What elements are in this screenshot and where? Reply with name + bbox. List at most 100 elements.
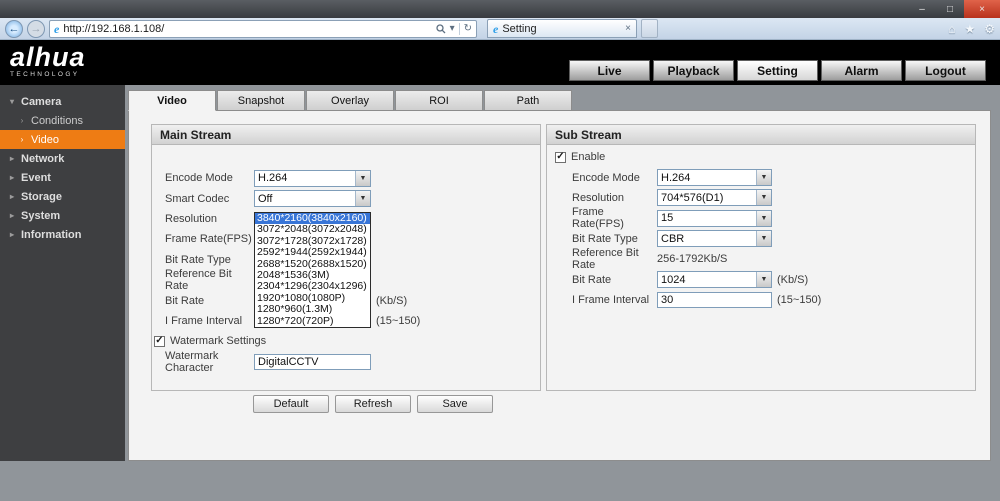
sidebar-item-label: Network [21, 152, 65, 165]
reference-bit-rate-value: 256-1792Kb/S [657, 253, 728, 266]
tab-snapshot[interactable]: Snapshot [217, 90, 305, 111]
watermark-character-row: Watermark Character [152, 350, 540, 374]
resolution-option[interactable]: 2048*1536(3M) [255, 270, 370, 281]
nav-button-playback[interactable]: Playback [653, 60, 734, 81]
address-bar-divider [458, 22, 460, 35]
expand-closed-icon: ▸ [9, 173, 14, 182]
address-bar[interactable]: e http://192.168.1.108/ ▾ ↻ [49, 19, 477, 38]
back-button[interactable]: ← [5, 19, 23, 38]
window-titlebar: – □ × [0, 0, 1000, 18]
sub-i-frame-interval-input[interactable] [657, 291, 772, 308]
bit-rate-unit: (Kb/S) [777, 273, 809, 286]
refresh-button[interactable]: Refresh [335, 395, 411, 413]
bit-rate-type-label: Bit Rate Type [165, 253, 231, 266]
browser-tab-setting[interactable]: e Setting × [487, 19, 637, 38]
resolution-option[interactable]: 3840*2160(3840x2160) [255, 213, 370, 225]
frame-rate-label: Frame Rate(FPS) [572, 206, 624, 231]
expand-closed-icon: ▸ [9, 154, 14, 163]
content-tabs: Video Snapshot Overlay ROI Path [128, 90, 573, 111]
resolution-option[interactable]: 2688*1520(2688x1520) [255, 259, 370, 270]
main-stream-header: Main Stream [152, 125, 540, 145]
sub-bit-rate-type-select[interactable]: CBR ▼ [657, 230, 772, 248]
resolution-option[interactable]: 2592*1944(2592x1944) [255, 247, 370, 258]
back-icon: ← [8, 22, 20, 35]
sub-stream-header: Sub Stream [547, 125, 975, 145]
smart-codec-select[interactable]: Off ▼ [254, 190, 371, 208]
main-stream-group: Main Stream Encode Mode H.264 ▼ Smart Co… [151, 124, 541, 391]
tab-roi[interactable]: ROI [395, 90, 483, 111]
watermark-settings-checkbox[interactable]: ✓ [154, 335, 165, 347]
sub-bit-rate-select[interactable]: 1024 ▼ [657, 271, 772, 289]
nav-button-live[interactable]: Live [569, 60, 650, 81]
dahua-logo: alhua TECHNOLOGY [10, 43, 86, 79]
reference-bit-rate-label: Reference Bit Rate [572, 247, 639, 272]
resolution-option[interactable]: 1280*720(720P) [255, 316, 370, 327]
url-text[interactable]: http://192.168.1.108/ [63, 23, 431, 35]
sidebar-item-camera[interactable]: ▾ Camera [0, 92, 125, 111]
resolution-option[interactable]: 3072*2048(3072x2048) [255, 224, 370, 235]
sidebar-item-video[interactable]: › Video [0, 130, 125, 149]
watermark-settings-label: Watermark Settings [170, 335, 267, 348]
sidebar-item-information[interactable]: ▸ Information [0, 225, 125, 244]
tab-close-icon[interactable]: × [625, 23, 631, 34]
enable-checkbox[interactable]: ✓ [555, 151, 566, 163]
bit-rate-label: Bit Rate [165, 294, 205, 307]
resolution-label: Resolution [572, 191, 624, 204]
window-close-button[interactable]: × [964, 0, 1000, 18]
tab-video[interactable]: Video [128, 90, 216, 111]
favorites-icon[interactable]: ★ [964, 22, 975, 36]
browser-window: – □ × ← → e http://192.168.1.108/ ▾ ↻ e … [0, 0, 1000, 501]
i-frame-interval-range: (15~150) [777, 293, 822, 306]
sub-stream-group: Sub Stream ✓ Enable Encode Mode H.264 ▼ … [546, 124, 976, 391]
nav-button-alarm[interactable]: Alarm [821, 60, 902, 81]
sub-resolution-select[interactable]: 704*576(D1) ▼ [657, 189, 772, 207]
tab-overlay[interactable]: Overlay [306, 90, 394, 111]
resolution-option[interactable]: 1920*1080(1080P) [255, 293, 370, 304]
new-tab-button[interactable] [641, 19, 658, 38]
encode-mode-label: Encode Mode [165, 172, 233, 185]
sidebar-item-system[interactable]: ▸ System [0, 206, 125, 225]
resolution-option[interactable]: 2304*1296(2304x1296) [255, 281, 370, 292]
bit-rate-unit: (Kb/S) [376, 294, 408, 307]
search-icon[interactable] [435, 23, 446, 34]
maximize-icon: □ [946, 3, 954, 15]
video-settings-panel: Main Stream Encode Mode H.264 ▼ Smart Co… [128, 110, 991, 461]
watermark-character-input[interactable] [254, 353, 371, 370]
window-maximize-button[interactable]: □ [936, 0, 964, 18]
sidebar-item-event[interactable]: ▸ Event [0, 168, 125, 187]
resolution-dropdown-list: 3840*2160(3840x2160) 3072*2048(3072x2048… [254, 212, 371, 328]
sidebar-item-conditions[interactable]: › Conditions [0, 111, 125, 130]
sidebar-item-storage[interactable]: ▸ Storage [0, 187, 125, 206]
encode-mode-select[interactable]: H.264 ▼ [254, 169, 371, 187]
settings-sidebar: ▾ Camera › Conditions › Video ▸ Network … [0, 85, 125, 461]
sidebar-item-network[interactable]: ▸ Network [0, 149, 125, 168]
autocomplete-dropdown-icon[interactable]: ▾ [450, 23, 455, 34]
resolution-option[interactable]: 1280*960(1.3M) [255, 304, 370, 315]
home-icon[interactable]: ⌂ [948, 22, 955, 36]
ie-page-icon: e [54, 21, 60, 36]
chevron-down-icon: ▼ [756, 272, 771, 288]
tab-path[interactable]: Path [484, 90, 572, 111]
resolution-label: Resolution [165, 212, 217, 225]
encode-mode-row: Encode Mode H.264 ▼ [152, 168, 540, 188]
default-button[interactable]: Default [253, 395, 329, 413]
resolution-option[interactable]: 3072*1728(3072x1728) [255, 236, 370, 247]
reference-bit-rate-label: Reference Bit Rate [165, 268, 232, 293]
save-button[interactable]: Save [417, 395, 493, 413]
sub-frame-rate-select[interactable]: 15 ▼ [657, 209, 772, 227]
nav-button-setting[interactable]: Setting [737, 60, 818, 81]
window-minimize-button[interactable]: – [908, 0, 936, 18]
resolution-row: Resolution 704*576(D1) ▼ [547, 188, 975, 208]
expand-closed-icon: ▸ [9, 230, 14, 239]
nav-button-logout[interactable]: Logout [905, 60, 986, 81]
browser-toolbar-icons: ⌂ ★ ⚙ [948, 22, 995, 36]
i-frame-interval-range: (15~150) [376, 314, 421, 327]
sidebar-item-label: Event [21, 171, 51, 184]
forward-button[interactable]: → [27, 19, 45, 38]
refresh-icon[interactable]: ↻ [464, 23, 472, 34]
forward-icon: → [30, 22, 42, 35]
encode-mode-label: Encode Mode [572, 171, 640, 184]
tools-icon[interactable]: ⚙ [984, 22, 995, 36]
sidebar-item-label: Conditions [31, 114, 83, 127]
sub-encode-mode-select[interactable]: H.264 ▼ [657, 169, 772, 187]
